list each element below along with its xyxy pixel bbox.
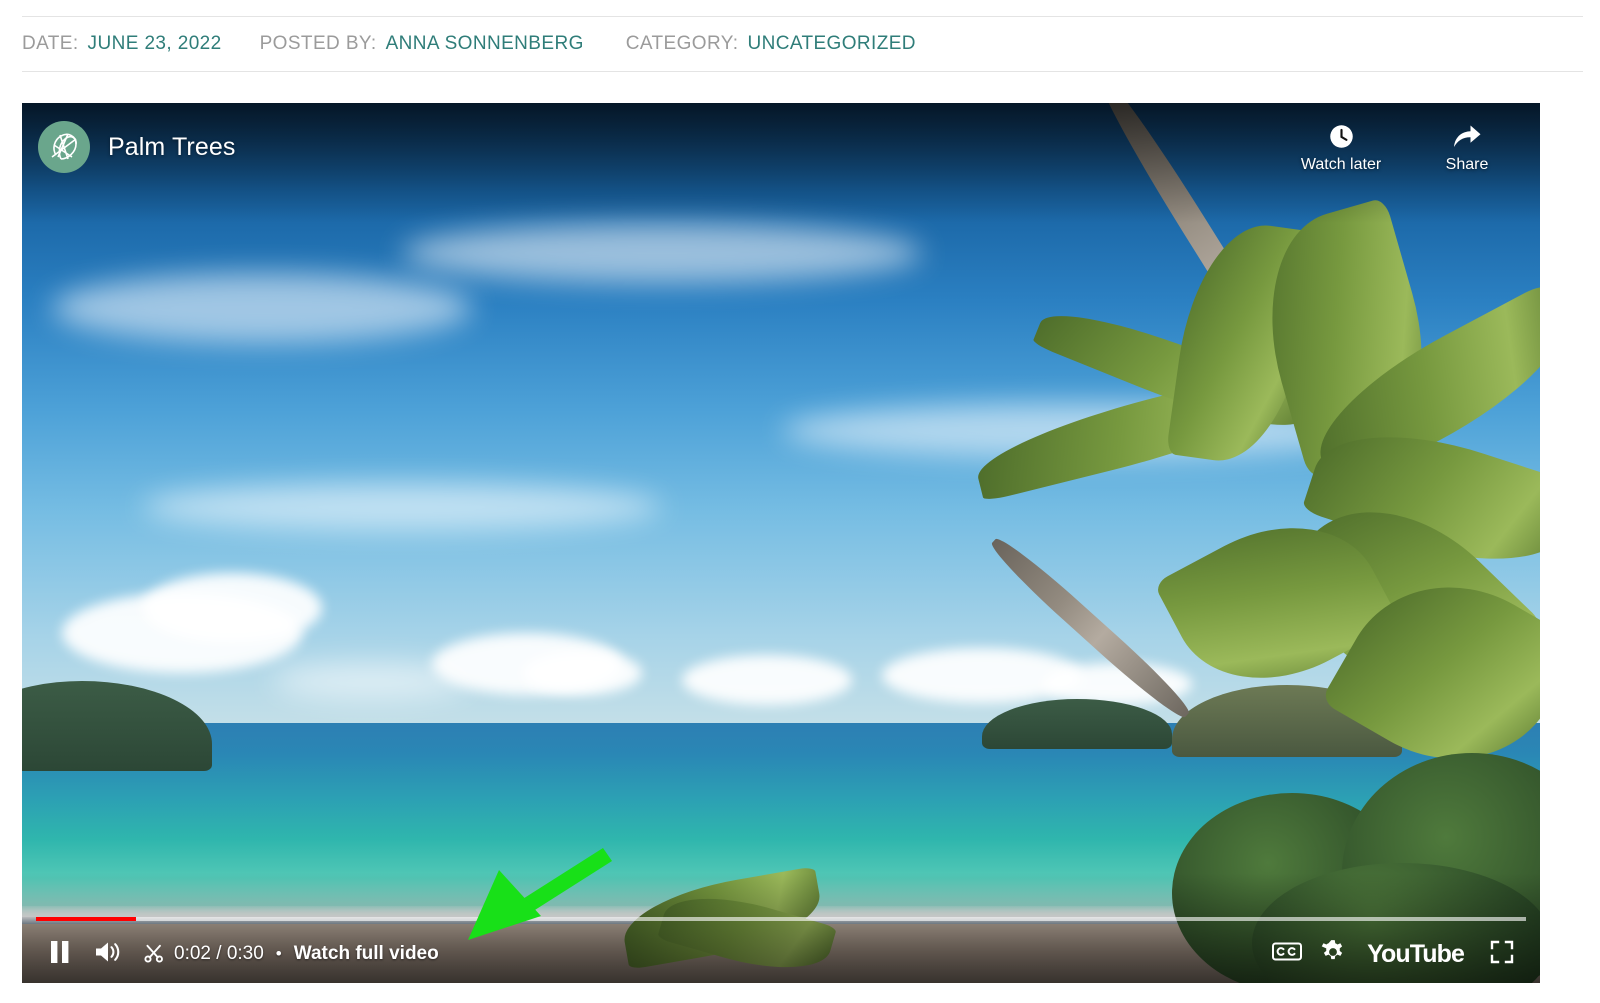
- video-title[interactable]: Palm Trees: [108, 133, 235, 162]
- time-display: 0:02 / 0:30: [174, 943, 264, 964]
- cloud: [402, 223, 922, 283]
- fullscreen-icon: [1490, 940, 1514, 969]
- meta-date-value[interactable]: JUNE 23, 2022: [88, 33, 222, 55]
- pause-button[interactable]: [36, 930, 84, 978]
- time-and-clip-chip: 0:02 / 0:30 • Watch full video: [144, 943, 439, 965]
- meta-date: DATE: JUNE 23, 2022: [22, 33, 222, 55]
- meta-category: CATEGORY: UNCATEGORIZED: [626, 33, 916, 55]
- cloud: [522, 651, 642, 695]
- meta-category-value[interactable]: UNCATEGORIZED: [747, 33, 915, 55]
- fullscreen-button[interactable]: [1478, 930, 1526, 978]
- cloud: [52, 273, 472, 343]
- volume-button[interactable]: [84, 930, 132, 978]
- meta-author-label: POSTED BY:: [259, 33, 377, 54]
- meta-date-label: DATE:: [22, 33, 79, 54]
- cloud: [142, 573, 322, 643]
- cloud: [272, 663, 472, 699]
- share-label: Share: [1445, 156, 1489, 173]
- meta-author: POSTED BY: ANNA SONNENBERG: [260, 33, 584, 55]
- clock-icon: [1328, 121, 1355, 151]
- youtube-video-player[interactable]: Palm Trees Watch later Share 0:02 / 0:30…: [22, 103, 1540, 983]
- watch-later-button[interactable]: Watch later: [1300, 121, 1382, 174]
- cloud: [682, 655, 852, 705]
- time-separator-dot: •: [275, 944, 282, 963]
- player-top-actions: Watch later Share: [1300, 121, 1506, 174]
- video-frame-image: [22, 103, 1540, 983]
- cloud: [142, 483, 662, 531]
- gear-icon: [1320, 939, 1346, 970]
- youtube-brand-link[interactable]: YouTube: [1367, 940, 1465, 969]
- progress-bar-played: [36, 917, 136, 921]
- volume-high-icon: [94, 940, 122, 969]
- scissors-icon[interactable]: [144, 944, 164, 964]
- player-controls-right: YouTube: [1265, 930, 1526, 978]
- share-button[interactable]: Share: [1428, 121, 1506, 174]
- player-controls-bar: 0:02 / 0:30 • Watch full video YouTube: [22, 925, 1540, 983]
- channel-block[interactable]: Palm Trees: [38, 121, 235, 173]
- pause-icon: [49, 940, 71, 969]
- watch-full-video-link[interactable]: Watch full video: [294, 943, 439, 965]
- post-meta-bar: DATE: JUNE 23, 2022 POSTED BY: ANNA SONN…: [22, 16, 1583, 72]
- progress-bar-track[interactable]: [36, 917, 1526, 921]
- player-controls-left: 0:02 / 0:30 • Watch full video: [36, 930, 439, 978]
- meta-author-value[interactable]: ANNA SONNENBERG: [386, 33, 584, 55]
- watch-later-label: Watch later: [1300, 156, 1382, 173]
- leaf-logo-icon[interactable]: [38, 121, 90, 173]
- share-arrow-icon: [1452, 121, 1482, 151]
- closed-captions-icon: [1272, 941, 1303, 967]
- meta-category-label: CATEGORY:: [625, 33, 739, 54]
- player-top-bar: Palm Trees Watch later Share: [22, 103, 1540, 203]
- settings-button[interactable]: [1309, 930, 1357, 978]
- captions-button[interactable]: [1265, 930, 1309, 978]
